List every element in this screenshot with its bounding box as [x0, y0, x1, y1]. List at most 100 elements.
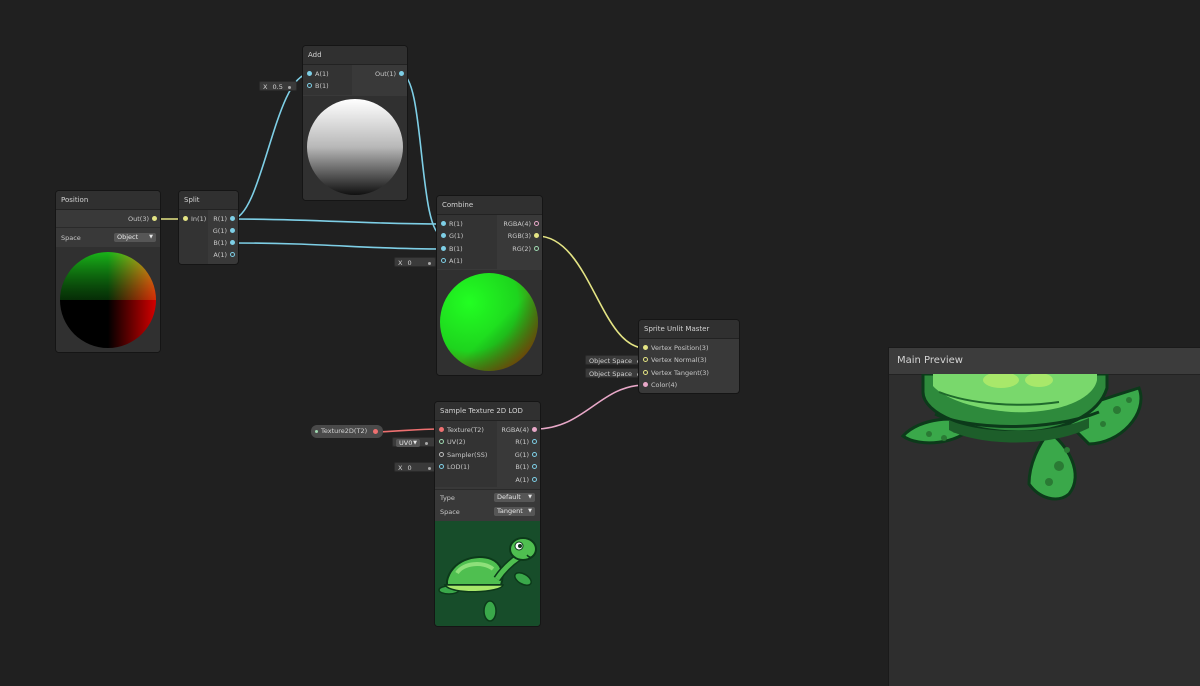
sample-in-lod[interactable]: LOD(1)	[438, 461, 470, 473]
turtle-texture-icon	[438, 537, 537, 622]
port-dot-icon	[230, 216, 235, 221]
port-dot-icon	[532, 427, 537, 432]
port-dot-icon	[373, 429, 379, 434]
port-dot-icon	[534, 221, 539, 226]
add-b-field-x-label: X	[263, 83, 268, 91]
port-dot-icon	[532, 439, 537, 444]
split-in-label: In(1)	[191, 215, 207, 223]
split-out-a-label: A(1)	[213, 251, 227, 259]
split-in-port[interactable]: In(1)	[182, 213, 206, 225]
sample-out-g-label: G(1)	[514, 451, 529, 459]
connector-dot-icon	[287, 85, 291, 89]
position-out-port[interactable]: Out(3)	[128, 213, 158, 225]
port-dot-icon	[183, 216, 188, 221]
sample-texture-2d-lod-node[interactable]: Sample Texture 2D LOD Texture(T2) UV(2) …	[435, 402, 540, 626]
port-dot-icon	[441, 221, 446, 226]
position-space-label: Space	[61, 234, 81, 242]
add-b-field-value: 0.5	[272, 83, 283, 91]
combine-out-rg[interactable]: RG(2)	[512, 243, 540, 255]
combine-in-a-label: A(1)	[449, 257, 463, 265]
sample-uv-dropdown[interactable]: UV0 ▼	[396, 439, 420, 447]
sample-uv-field[interactable]: UV0 ▼	[392, 437, 436, 447]
combine-in-b[interactable]: B(1)	[440, 243, 463, 255]
combine-out-rgba[interactable]: RGBA(4)	[503, 218, 540, 230]
master-normal-space-field[interactable]: Object Space	[585, 355, 641, 365]
split-out-a[interactable]: A(1)	[213, 249, 236, 261]
port-dot-icon	[441, 233, 446, 238]
port-dot-icon	[439, 464, 444, 469]
sample-out-a-label: A(1)	[515, 476, 529, 484]
sample-in-sampler[interactable]: Sampler(SS)	[438, 449, 487, 461]
dropdown-arrow-icon: ▼	[528, 494, 532, 500]
position-node[interactable]: Position Out(3) Space Object ▼	[56, 191, 160, 352]
position-preview	[56, 247, 160, 352]
position-preview-sphere	[60, 252, 156, 348]
sample-in-lod-label: LOD(1)	[447, 463, 470, 471]
sample-out-rgba-label: RGBA(4)	[501, 426, 529, 434]
master-in-color-label: Color(4)	[651, 381, 678, 389]
sample-space-value: Tangent	[497, 507, 523, 515]
port-dot-icon	[643, 370, 648, 375]
wire-combine-rgb-to-master-position	[536, 235, 646, 349]
sample-out-b[interactable]: B(1)	[515, 461, 538, 473]
combine-a-input-field[interactable]: X 0	[394, 257, 436, 267]
master-in-vertex-normal[interactable]: Vertex Normal(3)	[642, 354, 707, 366]
texture2d-property-node[interactable]: Texture2D(T2)	[311, 425, 384, 438]
split-out-r[interactable]: R(1)	[213, 213, 236, 225]
split-out-b[interactable]: B(1)	[213, 237, 236, 249]
combine-in-r[interactable]: R(1)	[440, 218, 463, 230]
combine-node[interactable]: Combine R(1) G(1) B(1) A(1) RGBA(4) RGB(…	[437, 196, 542, 375]
sample-out-r[interactable]: R(1)	[515, 436, 538, 448]
sample-in-uv[interactable]: UV(2)	[438, 436, 465, 448]
sample-space-label: Space	[440, 508, 460, 516]
add-out-port[interactable]: Out(1)	[375, 68, 405, 80]
sample-out-a[interactable]: A(1)	[515, 474, 538, 486]
master-in-vertex-position[interactable]: Vertex Position(3)	[642, 342, 708, 354]
sample-uv-value: UV0	[399, 439, 413, 447]
split-node[interactable]: Split In(1) R(1) G(1) B(1) A(1)	[179, 191, 238, 264]
wire-split-b-to-combine-b	[231, 242, 444, 250]
add-in-b[interactable]: B(1)	[306, 80, 329, 92]
sample-in-sampler-label: Sampler(SS)	[447, 451, 488, 459]
combine-out-rgb[interactable]: RGB(3)	[508, 230, 540, 242]
split-out-g[interactable]: G(1)	[213, 225, 236, 237]
sample-type-dropdown[interactable]: Default ▼	[494, 493, 535, 502]
add-b-input-field[interactable]: X 0.5	[259, 81, 297, 91]
sample-in-texture[interactable]: Texture(T2)	[438, 424, 484, 436]
sample-out-g[interactable]: G(1)	[515, 449, 538, 461]
port-dot-icon	[439, 452, 444, 457]
port-dot-icon	[152, 216, 157, 221]
position-space-dropdown[interactable]: Object ▼	[114, 233, 156, 242]
port-dot-icon	[534, 246, 539, 251]
combine-a-field-value: 0	[407, 259, 412, 267]
sample-type-label: Type	[440, 494, 455, 502]
sprite-unlit-master-node[interactable]: Sprite Unlit Master Vertex Position(3) V…	[639, 320, 739, 393]
add-node[interactable]: Add A(1) B(1) Out(1)	[303, 46, 407, 200]
master-in-color[interactable]: Color(4)	[642, 379, 677, 391]
main-preview-panel[interactable]: Main Preview	[888, 347, 1200, 686]
sample-out-r-label: R(1)	[515, 438, 529, 446]
master-in-vertex-tangent[interactable]: Vertex Tangent(3)	[642, 367, 709, 379]
add-out-label: Out(1)	[375, 70, 396, 78]
master-tangent-space-field[interactable]: Object Space	[585, 368, 641, 378]
sample-out-rgba[interactable]: RGBA(4)	[501, 424, 538, 436]
dropdown-arrow-icon: ▼	[528, 508, 532, 514]
main-preview-title: Main Preview	[889, 348, 1200, 375]
combine-out-rg-label: RG(2)	[512, 245, 531, 253]
combine-in-r-label: R(1)	[449, 220, 463, 228]
combine-in-a[interactable]: A(1)	[440, 255, 463, 267]
dropdown-arrow-icon: ▼	[413, 440, 417, 446]
combine-in-g[interactable]: G(1)	[440, 230, 463, 242]
master-in-vertex-position-label: Vertex Position(3)	[651, 344, 709, 352]
add-preview	[303, 96, 407, 200]
split-out-g-label: G(1)	[212, 227, 227, 235]
sample-lod-field[interactable]: X 0	[394, 462, 436, 472]
sample-lod-x-label: X	[398, 464, 403, 472]
port-dot-icon	[643, 345, 648, 350]
add-in-a[interactable]: A(1)	[306, 68, 329, 80]
connector-dot-icon	[427, 466, 431, 470]
wire-sample-rgba-to-master-color	[534, 384, 646, 430]
sample-space-dropdown[interactable]: Tangent ▼	[494, 507, 535, 516]
master-node-title: Sprite Unlit Master	[639, 320, 739, 339]
combine-out-rgb-label: RGB(3)	[507, 232, 531, 240]
